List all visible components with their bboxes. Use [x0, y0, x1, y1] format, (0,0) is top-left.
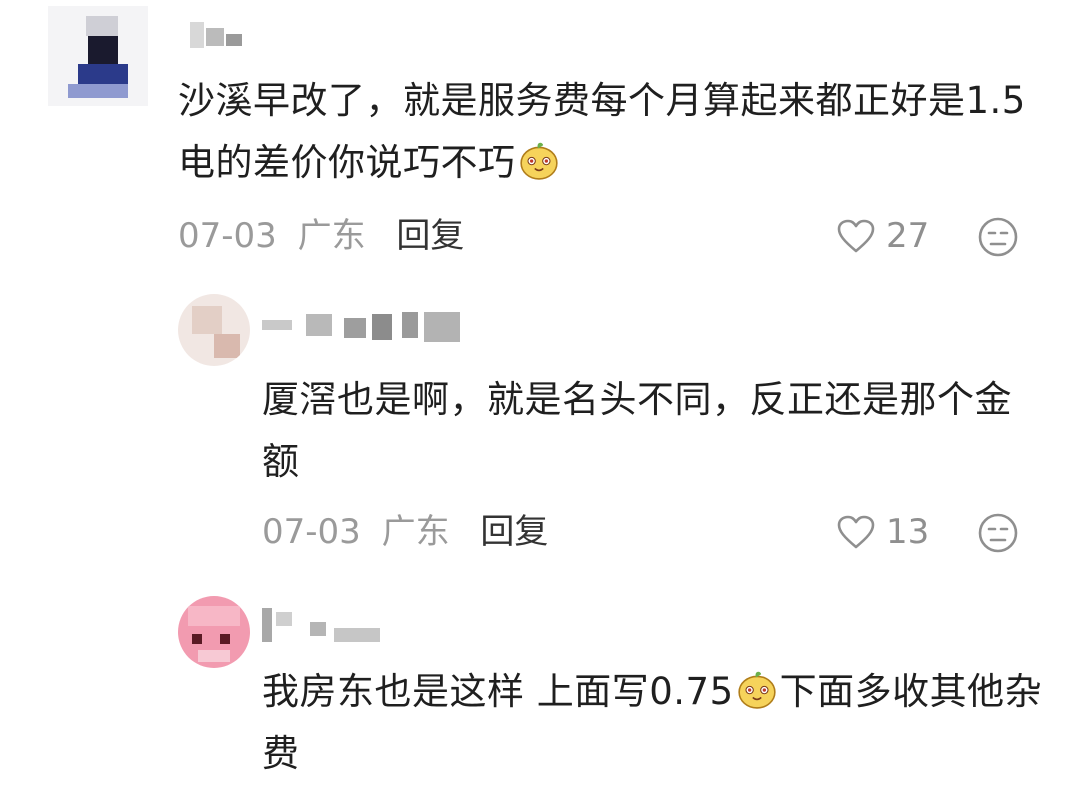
like-button[interactable]: 13 [836, 512, 929, 552]
dislike-face-icon[interactable] [977, 512, 1019, 554]
like-count: 13 [886, 512, 930, 552]
reply-button[interactable]: 回复 [396, 216, 464, 256]
nickname-blurred[interactable] [262, 604, 382, 644]
heart-outline-icon [837, 219, 875, 253]
comment-location: 广东 [297, 216, 366, 256]
dislike-face-icon[interactable] [977, 216, 1019, 258]
like-button[interactable]: 27 [836, 216, 929, 256]
heart-outline-icon [837, 515, 875, 549]
comment-date: 07-03 [262, 512, 361, 552]
smiling-mango-emoji [738, 671, 776, 709]
comment-text: 沙溪早改了，就是服务费每个月算起来都正好是1.5电的差价你说巧不巧 [178, 79, 1026, 184]
avatar[interactable] [48, 6, 148, 106]
comment-meta: 07-03 广东 回复 [262, 512, 548, 552]
nickname-blurred[interactable] [262, 308, 462, 348]
comment-item: 我房东也是这样 上面写0.75 下面多收其他杂费 [0, 590, 1080, 787]
comment-item: 厦滘也是啊，就是名头不同，反正还是那个金额 07-03 广东 回复 13 [0, 290, 1080, 580]
nickname-blurred[interactable] [190, 14, 260, 54]
avatar[interactable] [178, 294, 250, 366]
smiling-mango-emoji [519, 142, 558, 180]
reply-button[interactable]: 回复 [480, 512, 548, 552]
avatar[interactable] [178, 596, 250, 668]
like-count: 27 [886, 216, 930, 256]
comment-text: 我房东也是这样 上面写0.75 下面多收其他杂费 [262, 670, 1043, 775]
comment-meta: 07-03 广东 回复 [178, 216, 464, 256]
comment-location: 广东 [381, 512, 450, 552]
comment-item: 沙溪早改了，就是服务费每个月算起来都正好是1.5电的差价你说巧不巧 07-03 … [0, 0, 1080, 280]
comment-text: 厦滘也是啊，就是名头不同，反正还是那个金额 [262, 378, 1012, 483]
comment-date: 07-03 [178, 216, 277, 256]
